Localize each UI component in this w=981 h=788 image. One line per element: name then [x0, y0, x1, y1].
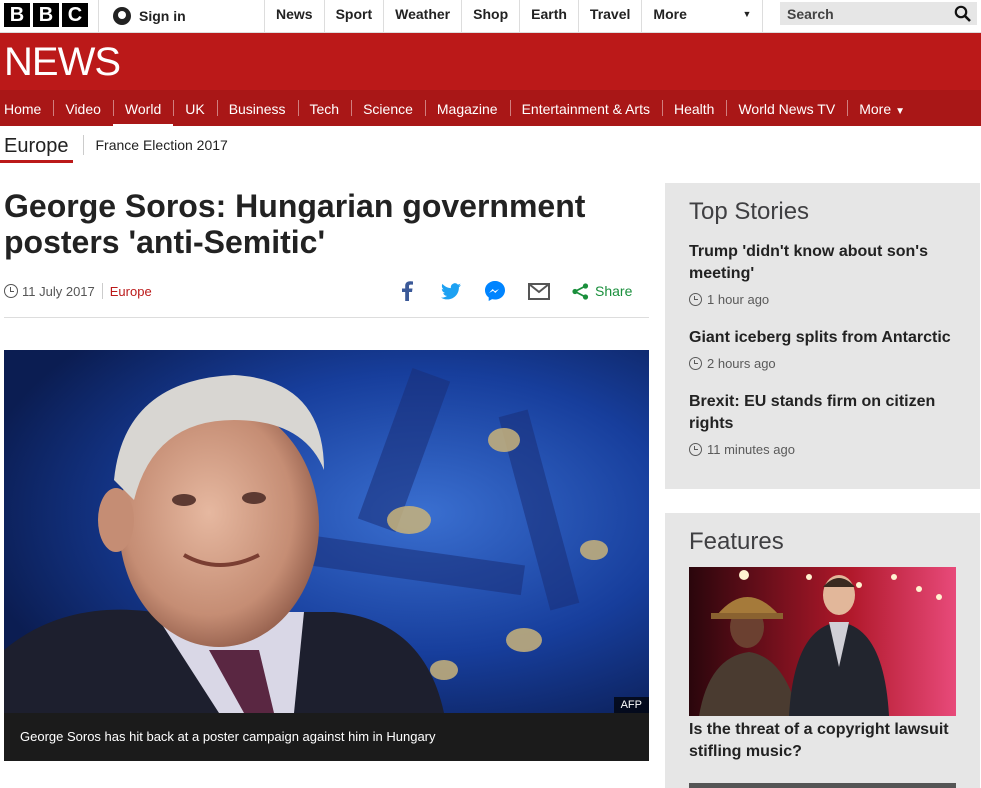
top-story-item[interactable]: Giant iceberg splits from Antarctic 2 ho…: [689, 327, 964, 371]
chevron-down-icon: ▼: [895, 106, 906, 117]
top-nav-weather[interactable]: Weather: [383, 0, 461, 32]
section-nav-item[interactable]: UK: [173, 90, 216, 126]
section-nav-label: Tech: [309, 101, 340, 117]
section-nav-label: World: [124, 101, 162, 117]
top-nav-more-label: More: [653, 6, 687, 22]
top-story-time: 2 hours ago: [689, 356, 964, 371]
article-date: 11 July 2017: [22, 283, 95, 299]
news-brand-logo[interactable]: NEWS: [4, 42, 121, 82]
top-story-time-label: 11 minutes ago: [707, 442, 795, 457]
section-nav-item[interactable]: More ▼: [847, 90, 917, 126]
image-credit: AFP: [613, 697, 649, 713]
section-nav-label: Entertainment & Arts: [521, 101, 650, 117]
article-meta: 11 July 2017 Europe: [4, 283, 152, 299]
search-box: [780, 2, 977, 25]
section-nav-item[interactable]: Tech: [297, 90, 352, 126]
section-nav-item[interactable]: Business: [216, 90, 298, 126]
top-stories-title: Top Stories: [689, 198, 810, 225]
section-nav-label: Video: [65, 101, 101, 117]
clock-icon: [689, 443, 702, 456]
concert-photo: [689, 567, 956, 716]
features-title: Features: [689, 528, 784, 555]
share-button[interactable]: Share: [572, 282, 633, 300]
share-icon: [572, 282, 589, 300]
section-nav-item[interactable]: Entertainment & Arts: [509, 90, 662, 126]
section-nav-label: Home: [4, 101, 42, 117]
section-nav-item[interactable]: Magazine: [424, 90, 510, 126]
divider: [82, 135, 84, 155]
twitter-icon[interactable]: [440, 280, 462, 302]
user-icon: [113, 7, 131, 25]
messenger-icon[interactable]: [484, 280, 506, 302]
divider: [101, 283, 103, 299]
top-story-title[interactable]: Brexit: EU stands firm on citizen rights: [689, 391, 964, 435]
clock-icon: [689, 357, 702, 370]
article-headline: George Soros: Hungarian government poste…: [4, 188, 586, 260]
share-label: Share: [595, 283, 633, 299]
top-nav: News Sport Weather Shop Earth Travel Mor…: [264, 0, 764, 32]
feature-title[interactable]: Is the threat of a copyright lawsuit sti…: [689, 719, 964, 763]
section-nav-item[interactable]: Science: [351, 90, 425, 126]
feature-image[interactable]: [689, 567, 956, 716]
top-nav-sport[interactable]: Sport: [323, 0, 384, 32]
section-nav-label: Health: [674, 101, 715, 117]
clock-icon: [4, 284, 18, 298]
sign-in-label: Sign in: [139, 8, 186, 24]
news-banner: NEWS: [0, 33, 981, 90]
top-nav-shop[interactable]: Shop: [461, 0, 519, 32]
section-nav: Home Video World UK Business Tech Science Magaz…: [0, 90, 981, 128]
section-nav-item[interactable]: World: [112, 90, 174, 128]
top-nav-news[interactable]: News: [264, 0, 324, 32]
george-soros-photo: [4, 350, 649, 713]
search-icon[interactable]: [954, 5, 971, 22]
email-icon[interactable]: [528, 280, 550, 302]
section-nav-label: Science: [363, 101, 413, 117]
sign-in-link[interactable]: Sign in: [98, 0, 263, 32]
top-story-item[interactable]: Brexit: EU stands firm on citizen rights…: [689, 391, 964, 457]
top-story-time: 1 hour ago: [689, 292, 964, 307]
section-nav-item[interactable]: World News TV: [726, 90, 847, 126]
top-nav-earth[interactable]: Earth: [519, 0, 578, 32]
top-story-item[interactable]: Trump 'didn't know about son's meeting' …: [689, 241, 964, 307]
section-nav-item[interactable]: Health: [662, 90, 726, 126]
feature-next-image: [689, 783, 956, 788]
top-stories-panel: Top Stories Trump 'didn't know about son…: [665, 183, 980, 489]
subnav-current-europe[interactable]: Europe: [0, 130, 73, 163]
subnav-link-france-election[interactable]: France Election 2017: [96, 137, 228, 153]
search-input[interactable]: [780, 2, 950, 25]
section-nav-item[interactable]: Home: [0, 90, 53, 126]
section-nav-label: UK: [185, 101, 205, 117]
share-tools: Share: [396, 280, 632, 302]
top-story-title[interactable]: Trump 'didn't know about son's meeting': [689, 241, 964, 285]
bbc-logo-letter: C: [62, 3, 88, 27]
bbc-logo-letter: B: [33, 3, 59, 27]
section-nav-label: Magazine: [436, 101, 498, 117]
section-nav-label: World News TV: [738, 101, 836, 117]
bbc-logo[interactable]: B B C: [4, 3, 88, 27]
section-nav-item[interactable]: Video: [53, 90, 113, 126]
features-panel: Features Is the threat of a copyright la…: [665, 513, 980, 788]
article-section-link[interactable]: Europe: [110, 284, 152, 299]
top-nav-travel[interactable]: Travel: [577, 0, 641, 32]
section-nav-label: Business: [228, 101, 286, 117]
article-lead-image: AFP: [4, 350, 649, 713]
sub-nav: Europe France Election 2017: [0, 128, 228, 163]
clock-icon: [689, 293, 702, 306]
divider: [4, 317, 649, 318]
top-nav-more[interactable]: More ▼: [641, 0, 764, 32]
chevron-down-icon: ▼: [742, 9, 752, 19]
section-nav-label: More: [859, 101, 892, 117]
top-story-title[interactable]: Giant iceberg splits from Antarctic: [689, 327, 964, 349]
top-story-time-label: 1 hour ago: [707, 292, 770, 307]
image-caption: George Soros has hit back at a poster ca…: [4, 713, 649, 761]
bbc-logo-letter: B: [4, 3, 30, 27]
top-story-time: 11 minutes ago: [689, 442, 964, 457]
top-story-time-label: 2 hours ago: [707, 356, 776, 371]
masthead: B B C Sign in News Sport Weather Shop Ea…: [0, 0, 981, 33]
facebook-icon[interactable]: [396, 280, 418, 302]
